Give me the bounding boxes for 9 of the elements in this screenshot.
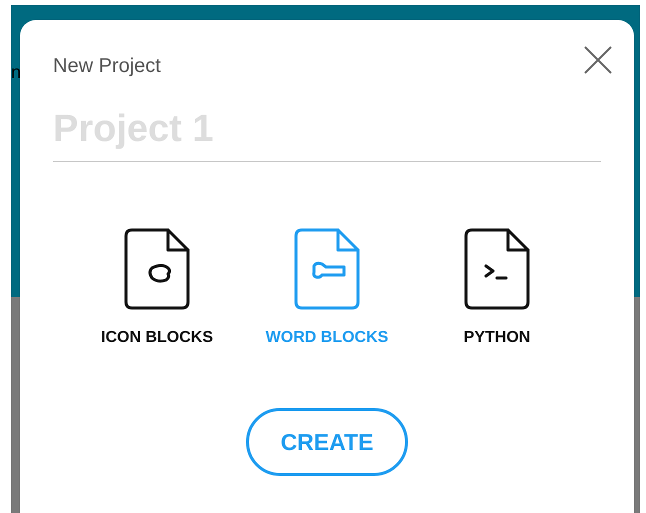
- dialog-title: New Project: [53, 56, 161, 76]
- block-file-icon: [124, 228, 190, 310]
- terminal-file-icon: [464, 228, 530, 310]
- project-type-option[interactable]: ICON BLOCKS: [92, 228, 222, 346]
- project-type-option[interactable]: PYTHON: [432, 228, 562, 346]
- close-icon: [584, 46, 612, 74]
- word-block-file-icon: [294, 228, 360, 310]
- close-button[interactable]: [582, 44, 614, 76]
- background-text: n: [11, 63, 22, 81]
